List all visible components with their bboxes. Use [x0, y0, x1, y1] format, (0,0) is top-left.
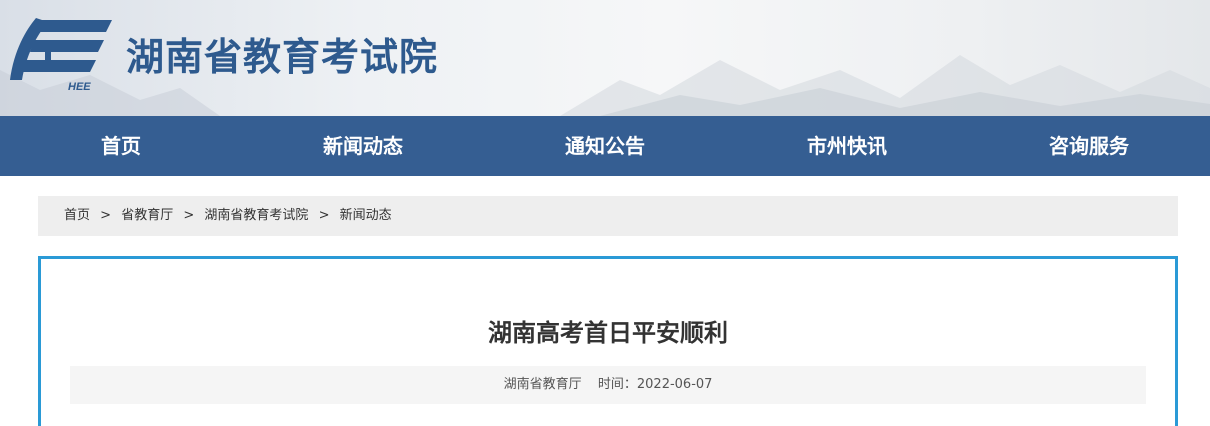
nav-item-city-news[interactable]: 市州快讯: [726, 116, 968, 176]
nav-item-consult[interactable]: 咨询服务: [968, 116, 1210, 176]
breadcrumb-edu-dept[interactable]: 省教育厅: [121, 208, 173, 223]
nav-item-home[interactable]: 首页: [0, 116, 242, 176]
article-title: 湖南高考首日平安顺利: [488, 319, 728, 347]
article-container: 湖南高考首日平安顺利 湖南省教育厅 时间：2022-06-07: [38, 256, 1178, 426]
breadcrumb-home[interactable]: 首页: [64, 208, 90, 223]
article-time-label: 时间：: [597, 377, 637, 392]
breadcrumb-separator: >: [318, 208, 330, 223]
nav-item-notices[interactable]: 通知公告: [484, 116, 726, 176]
breadcrumb-separator: >: [183, 208, 195, 223]
logo-text: HEE: [68, 81, 91, 93]
main-nav: 首页 新闻动态 通知公告 市州快讯 咨询服务: [0, 116, 1210, 176]
hee-logo-icon: HEE: [10, 18, 112, 93]
article-meta: 湖南省教育厅 时间：2022-06-07: [70, 366, 1146, 404]
nav-item-news[interactable]: 新闻动态: [242, 116, 484, 176]
breadcrumb: 首页 > 省教育厅 > 湖南省教育考试院 > 新闻动态: [38, 196, 1178, 236]
breadcrumb-exam-institute[interactable]: 湖南省教育考试院: [204, 208, 308, 223]
breadcrumb-separator: >: [100, 208, 112, 223]
site-header: HEE 湖南省教育考试院: [0, 0, 1210, 116]
site-title[interactable]: 湖南省教育考试院: [126, 26, 438, 81]
breadcrumb-news[interactable]: 新闻动态: [340, 208, 392, 223]
article-source: 湖南省教育厅: [503, 377, 582, 392]
article-date: 2022-06-07: [636, 377, 713, 392]
